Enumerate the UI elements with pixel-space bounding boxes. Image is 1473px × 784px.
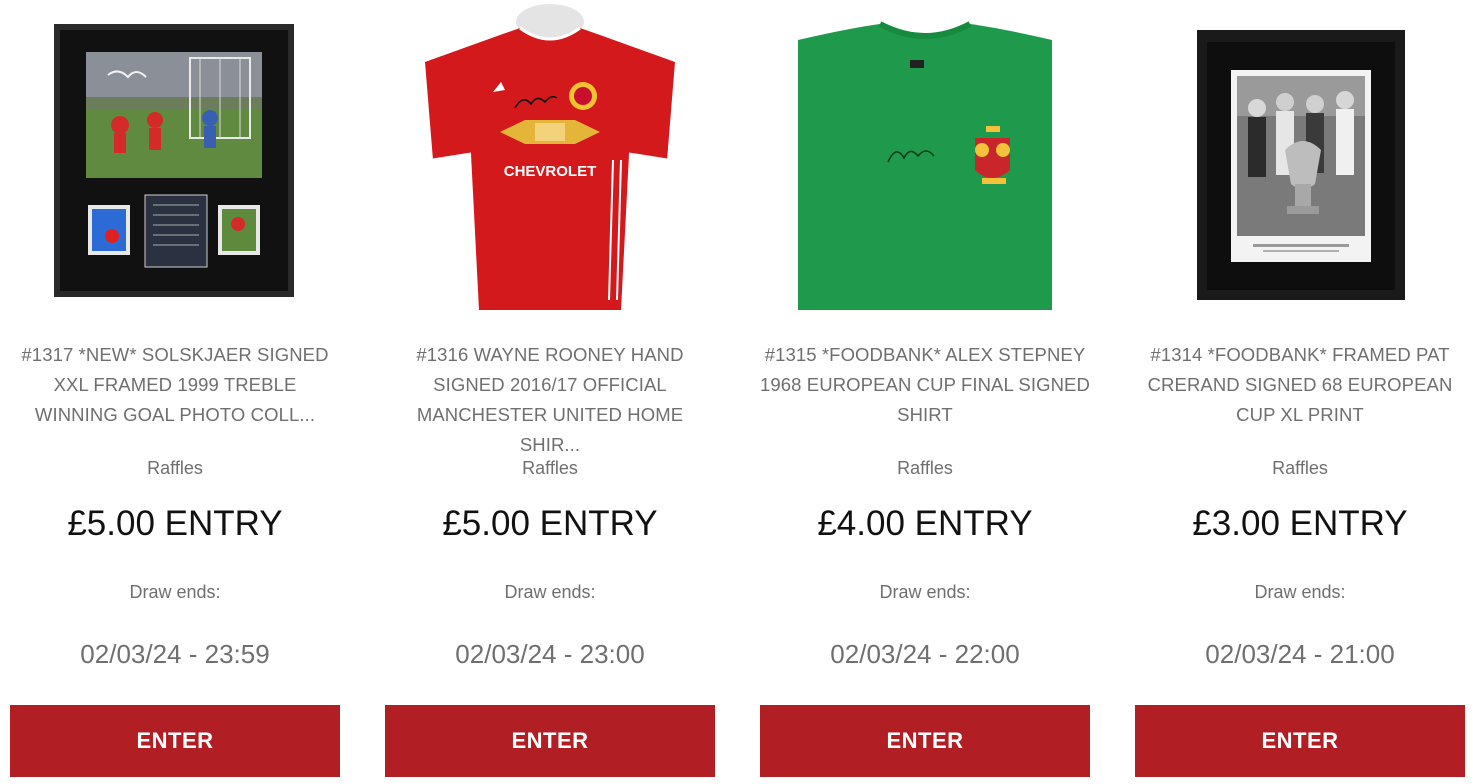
draw-ends-label: Draw ends: [129, 582, 221, 602]
entry-price: £5.00 ENTRY [67, 504, 283, 543]
product-category: Raffles [522, 458, 578, 478]
product-category: Raffles [1272, 458, 1328, 478]
shirt-sponsor-text: CHEVROLET [504, 163, 597, 180]
draw-ends-label: Draw ends: [879, 582, 971, 602]
enter-button[interactable]: ENTER [760, 705, 1090, 777]
product-image-red-shirt[interactable]: CHEVROLET [385, 0, 715, 320]
entry-price: £3.00 ENTRY [1192, 504, 1408, 543]
draw-ends-label: Draw ends: [1254, 582, 1346, 602]
entry-price: £5.00 ENTRY [442, 504, 658, 543]
green-shirt-image [798, 21, 1052, 310]
framed-collage-image [54, 24, 294, 297]
product-title[interactable]: #1317 *NEW* SOLSKJAER SIGNED XXL FRAMED … [10, 340, 340, 430]
red-shirt-image: CHEVROLET [425, 4, 675, 310]
product-image-green-shirt[interactable] [760, 0, 1090, 320]
product-image-framed-collage[interactable] [10, 0, 340, 320]
product-category: Raffles [147, 458, 203, 478]
entry-price: £4.00 ENTRY [817, 504, 1033, 543]
product-card: CHEVROLET #1316 WAYNE ROONEY HAND SIGNED… [385, 0, 715, 784]
product-card: #1317 *NEW* SOLSKJAER SIGNED XXL FRAMED … [10, 0, 340, 784]
enter-button[interactable]: ENTER [10, 705, 340, 777]
product-category: Raffles [897, 458, 953, 478]
product-title[interactable]: #1315 *FOODBANK* ALEX STEPNEY 1968 EUROP… [760, 340, 1090, 430]
product-card: #1314 *FOODBANK* FRAMED PAT CRERAND SIGN… [1135, 0, 1465, 784]
product-image-framed-print[interactable] [1135, 0, 1465, 320]
product-title[interactable]: #1314 *FOODBANK* FRAMED PAT CRERAND SIGN… [1135, 340, 1465, 430]
enter-button[interactable]: ENTER [385, 705, 715, 777]
product-title[interactable]: #1316 WAYNE ROONEY HAND SIGNED 2016/17 O… [385, 340, 715, 460]
product-card: #1315 *FOODBANK* ALEX STEPNEY 1968 EUROP… [760, 0, 1090, 784]
product-grid: #1317 *NEW* SOLSKJAER SIGNED XXL FRAMED … [0, 0, 1473, 784]
draw-end-date: 02/03/24 - 23:59 [80, 639, 270, 669]
draw-end-date: 02/03/24 - 23:00 [455, 639, 645, 669]
draw-end-date: 02/03/24 - 22:00 [830, 639, 1020, 669]
draw-end-date: 02/03/24 - 21:00 [1205, 639, 1395, 669]
framed-print-image [1197, 30, 1405, 300]
enter-button[interactable]: ENTER [1135, 705, 1465, 777]
draw-ends-label: Draw ends: [504, 582, 596, 602]
